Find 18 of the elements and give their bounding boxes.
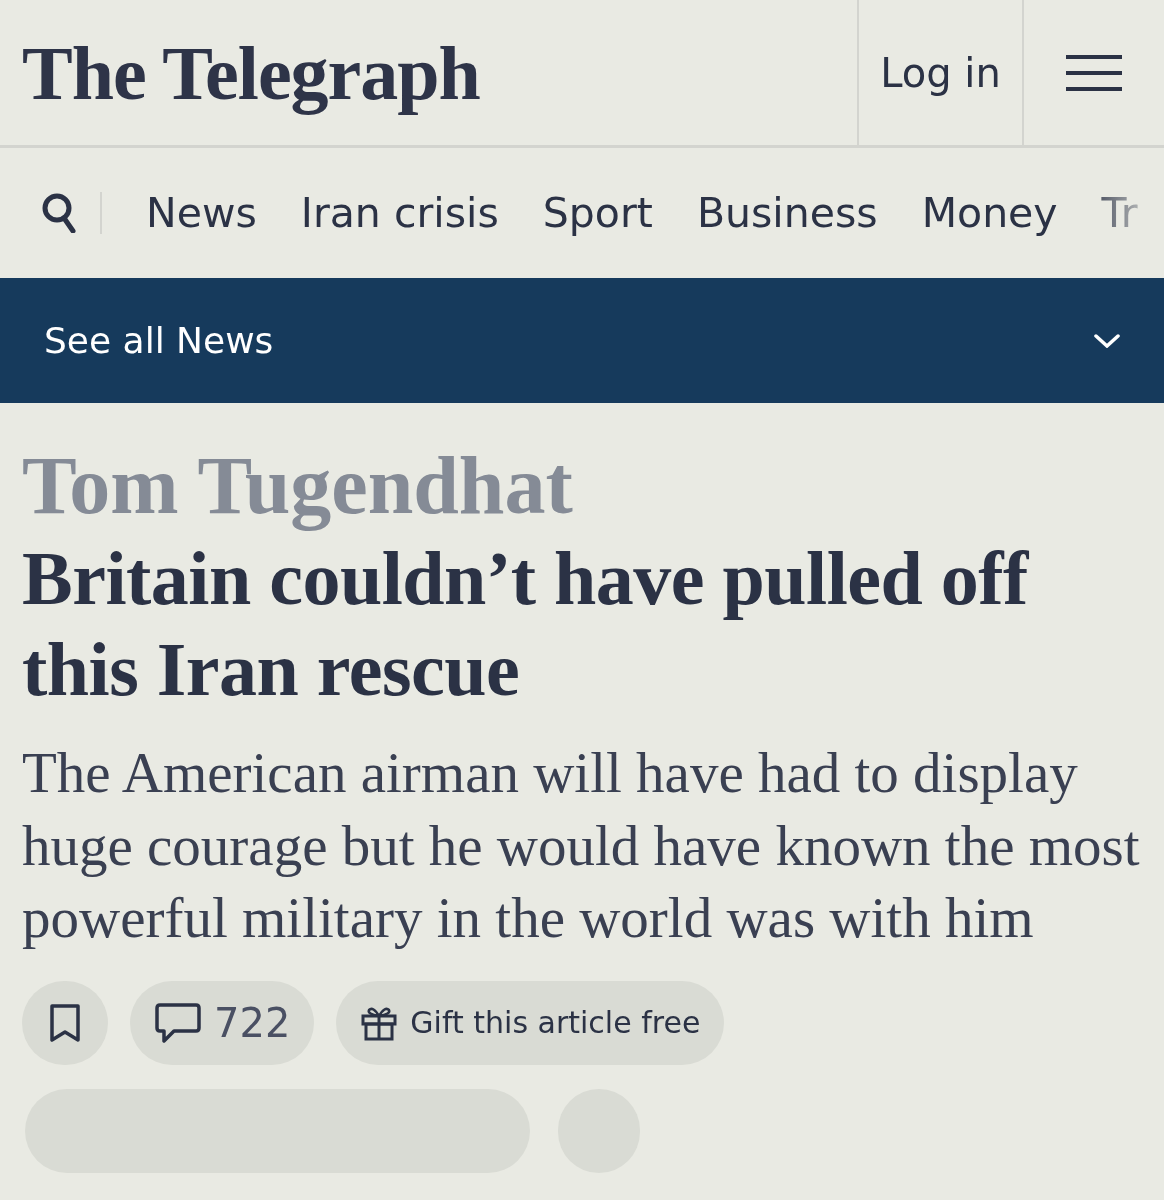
- nav-link[interactable]: News: [146, 189, 257, 237]
- nav-link[interactable]: Money: [921, 189, 1058, 237]
- gift-button[interactable]: Gift this article free: [336, 980, 725, 1065]
- nav-link[interactable]: Iran crisis: [300, 189, 499, 237]
- login-link[interactable]: Log in: [857, 0, 1022, 145]
- chevron-down-icon: [1094, 333, 1120, 348]
- comments-button[interactable]: 722: [130, 980, 315, 1065]
- section-label: See all News: [44, 320, 274, 361]
- menu-icon: [1066, 54, 1122, 91]
- nav-link[interactable]: Sport: [542, 189, 653, 237]
- section-dropdown[interactable]: See all News: [0, 278, 1164, 403]
- nav-link[interactable]: Business: [696, 189, 878, 237]
- speech-bubble-icon: [154, 1001, 202, 1044]
- standfirst: The American airman will have had to display huge courage but he would have known the most powerful military in the world was with him: [22, 740, 1141, 952]
- bookmark-icon: [49, 1002, 81, 1043]
- author-name: Tom Tugendhat: [22, 443, 574, 530]
- headline: Britain couldn’t have pulled off this Iran rescue: [22, 535, 1030, 714]
- search-icon[interactable]: [42, 193, 76, 233]
